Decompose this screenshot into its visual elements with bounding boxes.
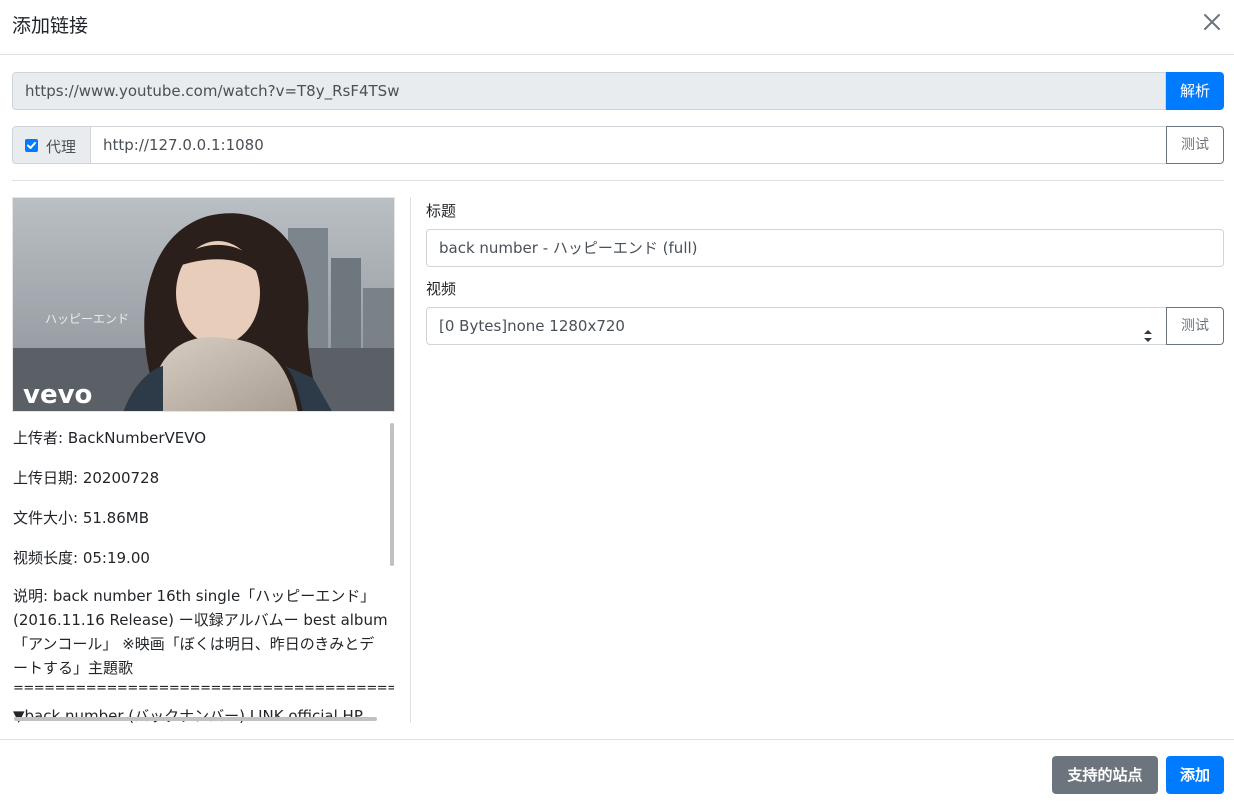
dialog-header bbox=[0, 0, 1234, 55]
vertical-scrollbar[interactable] bbox=[390, 423, 394, 566]
file-size-text: 文件大小: 51.86MB bbox=[13, 509, 149, 527]
proxy-input[interactable]: http://127.0.0.1:1080 bbox=[90, 126, 1167, 164]
video-thumbnail: ハッピーエンド vevo bbox=[12, 197, 395, 412]
video-select-value: [0 Bytes]none 1280x720 bbox=[439, 317, 625, 335]
proxy-checkbox[interactable] bbox=[25, 139, 38, 152]
proxy-test-button[interactable]: 测试 bbox=[1166, 126, 1224, 164]
upload-date-text: 上传日期: 20200728 bbox=[13, 469, 160, 487]
description-separator: ========================================… bbox=[13, 681, 394, 696]
column-divider bbox=[410, 197, 411, 723]
dialog-title: 添加链接 bbox=[12, 15, 89, 37]
title-label: 标题 bbox=[426, 202, 457, 220]
title-input[interactable]: back number - ハッピーエンド (full) bbox=[426, 229, 1224, 267]
video-test-button[interactable]: 测试 bbox=[1166, 307, 1224, 345]
parse-button[interactable]: 解析 bbox=[1166, 72, 1224, 110]
supported-sites-button[interactable]: 支持的站点 bbox=[1052, 756, 1158, 794]
proxy-label: 代理 bbox=[46, 138, 77, 156]
url-input[interactable]: https://www.youtube.com/watch?v=T8y_RsF4… bbox=[12, 72, 1166, 110]
footer-divider bbox=[0, 739, 1234, 740]
video-select[interactable]: [0 Bytes]none 1280x720 bbox=[426, 307, 1167, 345]
description-text: 说明: back number 16th single「ハッピーエンド」(201… bbox=[13, 587, 388, 677]
uploader-text: 上传者: BackNumberVEVO bbox=[13, 429, 207, 447]
close-icon[interactable] bbox=[1200, 10, 1224, 34]
duration-text: 视频长度: 05:19.00 bbox=[13, 549, 150, 567]
video-info-panel[interactable]: 上传者: BackNumberVEVO 上传日期: 20200728 文件大小:… bbox=[12, 423, 394, 723]
thumbnail-overlay-text: ハッピーエンド bbox=[45, 312, 129, 326]
video-label: 视频 bbox=[426, 280, 457, 298]
vevo-logo: vevo bbox=[23, 380, 92, 410]
select-arrows-icon bbox=[1143, 320, 1153, 342]
divider bbox=[12, 180, 1224, 181]
add-button[interactable]: 添加 bbox=[1166, 756, 1224, 794]
horizontal-scrollbar[interactable] bbox=[14, 717, 377, 721]
proxy-toggle[interactable]: 代理 bbox=[12, 126, 91, 164]
